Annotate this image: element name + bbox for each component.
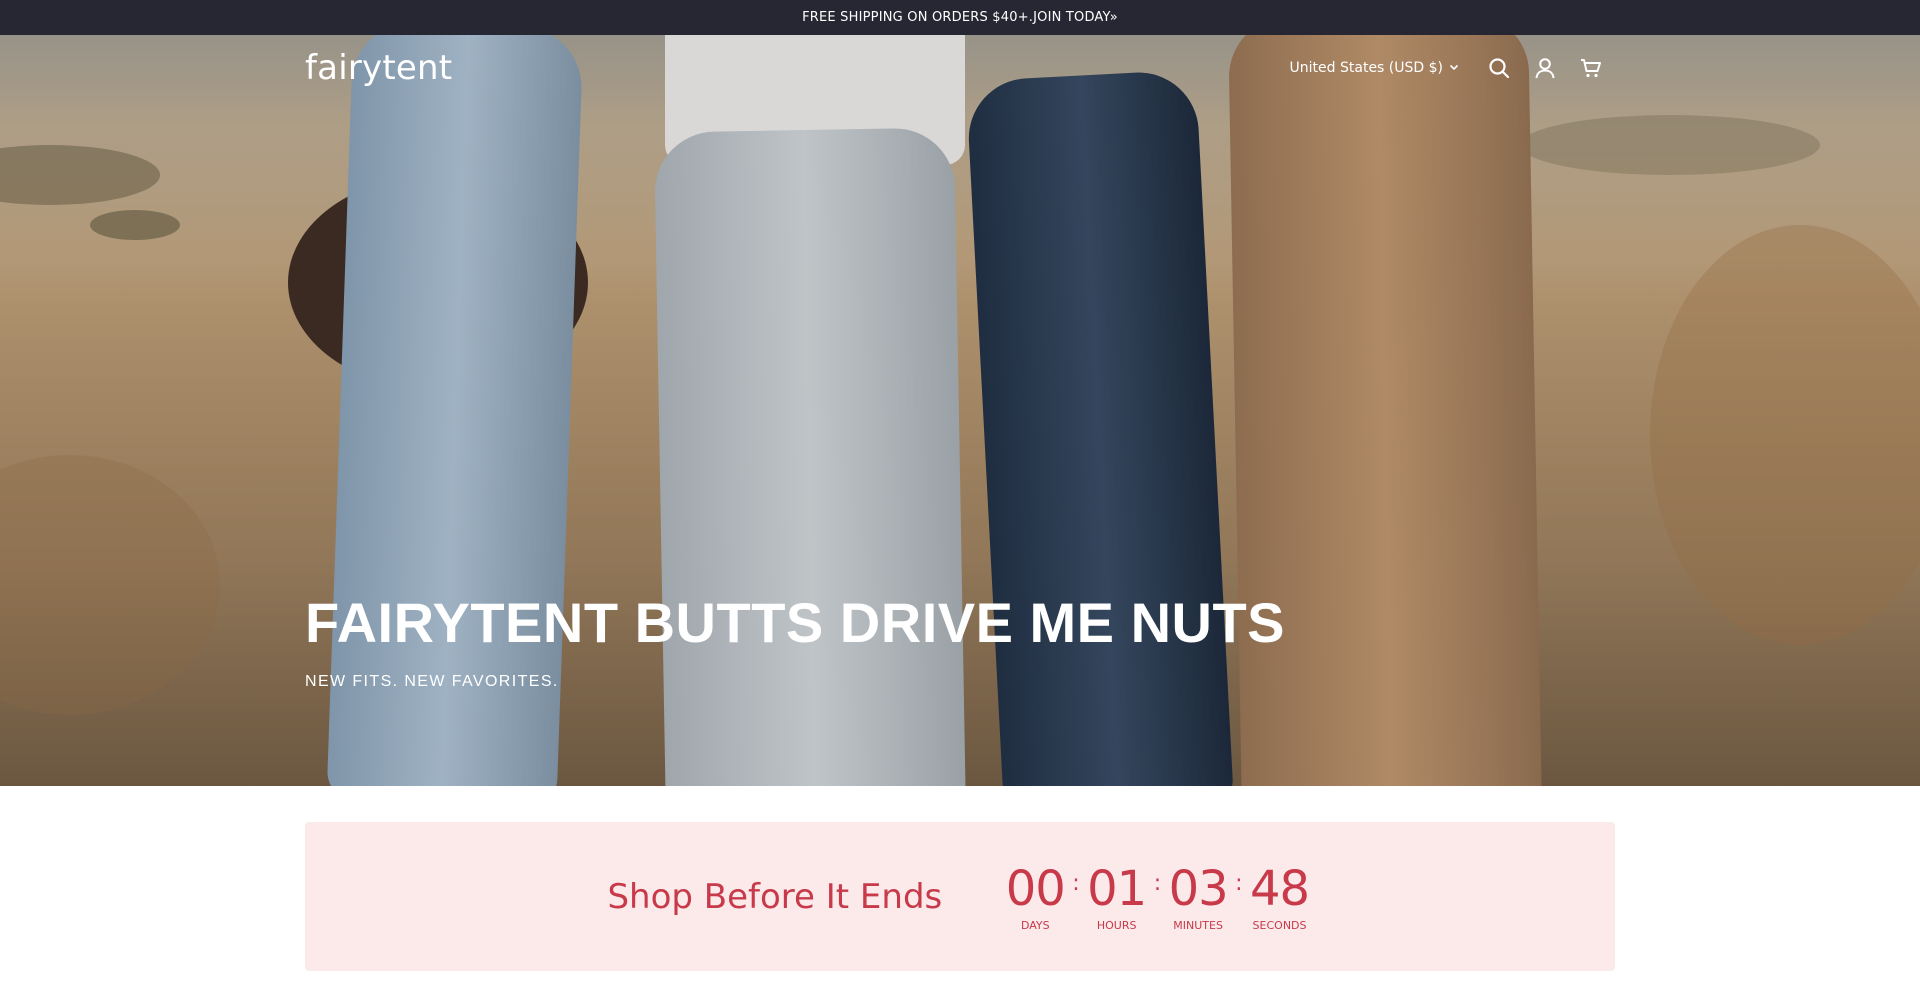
hero-title: FAIRYTENT BUTTS DRIVE ME NUTS	[305, 591, 1286, 654]
announcement-bar: FREE SHIPPING ON ORDERS $40+.JOIN TODAY»	[0, 0, 1920, 35]
cart-icon[interactable]	[1577, 54, 1605, 82]
header-actions: United States (USD $)	[1290, 54, 1605, 82]
countdown-separator: :	[1072, 871, 1080, 896]
countdown-days: 00 DAYS	[1002, 861, 1068, 932]
countdown-hours-label: HOURS	[1096, 919, 1137, 932]
currency-selector[interactable]: United States (USD $)	[1290, 60, 1459, 76]
chevron-down-icon	[1449, 60, 1459, 76]
countdown-timer: 00 DAYS : 01 HOURS : 03 MINUTES : 48 SEC…	[1002, 861, 1312, 932]
site-header: fairytent United States (USD $)	[305, 35, 1605, 101]
hero-text: FAIRYTENT BUTTS DRIVE ME NUTS NEW FITS. …	[305, 590, 1285, 691]
currency-label: United States (USD $)	[1289, 60, 1443, 76]
countdown-hours-value: 01	[1087, 861, 1147, 917]
search-icon[interactable]	[1485, 54, 1513, 82]
countdown-days-value: 00	[1005, 861, 1066, 917]
countdown-separator: :	[1153, 871, 1162, 896]
countdown-minutes: 03 MINUTES	[1165, 861, 1231, 932]
countdown-heading: Shop Before It Ends	[607, 876, 943, 917]
countdown-hours: 01 HOURS	[1084, 861, 1150, 932]
hero-subtitle: NEW FITS. NEW FAVORITES.	[305, 673, 559, 690]
account-icon[interactable]	[1531, 54, 1559, 82]
countdown-separator: :	[1235, 871, 1243, 896]
logo[interactable]: fairytent	[305, 48, 452, 88]
countdown-days-label: DAYS	[1020, 919, 1050, 932]
countdown-seconds: 48 SECONDS	[1247, 861, 1313, 932]
countdown-minutes-label: MINUTES	[1173, 919, 1223, 932]
countdown-seconds-value: 48	[1249, 861, 1310, 917]
announcement-link[interactable]: FREE SHIPPING ON ORDERS $40+.JOIN TODAY»	[802, 10, 1118, 25]
countdown-seconds-label: SECONDS	[1252, 919, 1307, 932]
countdown-banner: Shop Before It Ends 00 DAYS : 01 HOURS :…	[305, 822, 1615, 971]
countdown-minutes-value: 03	[1168, 861, 1229, 917]
